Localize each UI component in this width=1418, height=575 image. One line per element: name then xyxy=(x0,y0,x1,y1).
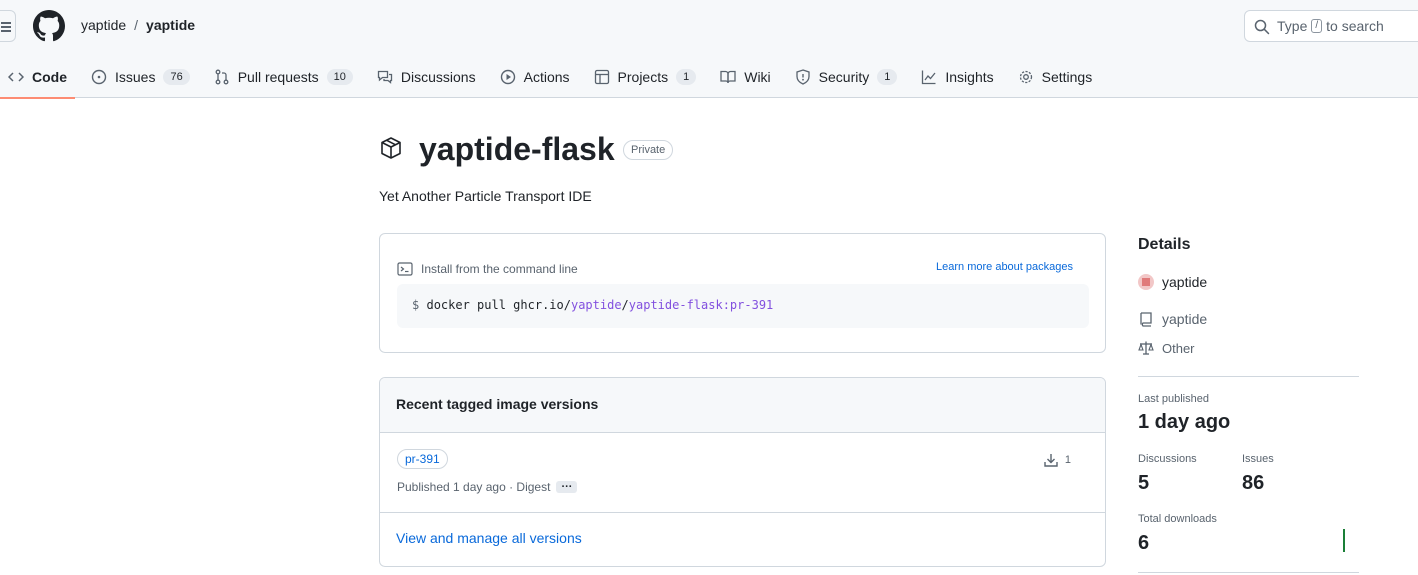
version-tag[interactable]: pr-391 xyxy=(397,449,448,469)
play-icon xyxy=(500,69,515,85)
gear-icon xyxy=(1019,70,1032,84)
breadcrumb-repo[interactable]: yaptide xyxy=(146,17,195,33)
tab-settings[interactable]: Settings xyxy=(1010,56,1101,98)
view-all-versions-link[interactable]: View and manage all versions xyxy=(380,512,1105,563)
version-published-text: Published 1 day ago · Digest xyxy=(397,480,551,494)
discussions-icon xyxy=(377,70,393,84)
details-owner[interactable]: yaptide xyxy=(1138,274,1207,290)
sidebar-divider-bottom xyxy=(1138,572,1359,573)
table-icon xyxy=(594,69,609,85)
package-title: yaptide-flask xyxy=(419,131,615,167)
tab-pull-requests-count: 10 xyxy=(326,69,353,85)
breadcrumb-owner[interactable]: yaptide xyxy=(81,17,126,33)
issues-value: 86 xyxy=(1242,472,1265,494)
command-slash: / xyxy=(621,298,629,312)
code-icon xyxy=(8,72,24,82)
version-published: Published 1 day ago · Digest ··· xyxy=(397,480,578,494)
tab-wiki[interactable]: Wiki xyxy=(712,56,778,98)
downloads-sparkline xyxy=(1343,529,1345,552)
graph-icon xyxy=(922,70,936,85)
tab-insights-label: Insights xyxy=(945,69,994,85)
sidebar-divider xyxy=(1138,376,1359,377)
avatar xyxy=(1138,274,1154,290)
tab-pull-requests-label: Pull requests xyxy=(237,69,319,85)
repo-icon xyxy=(1140,312,1152,327)
menu-button[interactable] xyxy=(0,10,16,42)
tab-actions[interactable]: Actions xyxy=(492,56,578,98)
tab-issues-label: Issues xyxy=(115,69,156,85)
install-heading: Install from the command line xyxy=(397,261,578,277)
pull-request-icon xyxy=(215,69,229,85)
install-command[interactable]: $ docker pull ghcr.io/yaptide/yaptide-fl… xyxy=(397,284,1089,328)
command-prompt: $ xyxy=(412,298,420,312)
discussions-label: Discussions xyxy=(1138,453,1197,465)
tab-issues[interactable]: Issues 76 xyxy=(83,56,198,98)
search-prefix: Type xyxy=(1277,18,1308,34)
tab-discussions-label: Discussions xyxy=(400,69,476,85)
package-description: Yet Another Particle Transport IDE xyxy=(379,188,592,204)
law-icon xyxy=(1138,341,1154,355)
discussions-value: 5 xyxy=(1138,472,1150,494)
github-logo-icon[interactable] xyxy=(33,10,65,42)
tab-security-count: 1 xyxy=(877,69,898,85)
tab-actions-label: Actions xyxy=(523,69,570,85)
search-placeholder: Type / to search xyxy=(1277,18,1384,34)
learn-more-link[interactable]: Learn more about packages xyxy=(936,261,1073,273)
command-prefix: docker pull ghcr.io/ xyxy=(426,298,571,312)
breadcrumb: yaptide / yaptide xyxy=(81,17,195,33)
visibility-badge: Private xyxy=(623,140,674,160)
total-downloads-label: Total downloads xyxy=(1138,513,1217,525)
digest-more-button[interactable]: ··· xyxy=(556,481,578,493)
app-header: yaptide / yaptide Type / to search Code … xyxy=(0,0,1418,99)
last-published-label: Last published xyxy=(1138,393,1209,405)
install-heading-text: Install from the command line xyxy=(421,262,578,276)
details-license-name: Other xyxy=(1162,340,1195,356)
search-shortcut-key: / xyxy=(1311,19,1323,33)
hamburger-icon xyxy=(1,22,11,32)
search-icon xyxy=(1254,19,1270,35)
issue-icon xyxy=(91,69,107,85)
tab-issues-count: 76 xyxy=(163,69,190,85)
last-published-value: 1 day ago xyxy=(1138,411,1231,433)
issues-label: Issues xyxy=(1242,453,1274,465)
tab-pull-requests[interactable]: Pull requests 10 xyxy=(206,56,361,98)
tab-security-label: Security xyxy=(818,69,870,85)
command-owner: yaptide xyxy=(570,298,622,312)
tab-discussions[interactable]: Discussions xyxy=(369,56,484,98)
version-downloads-count: 1 xyxy=(1064,454,1071,466)
tab-wiki-label: Wiki xyxy=(744,69,771,85)
details-heading: Details xyxy=(1138,236,1191,253)
search-input[interactable]: Type / to search xyxy=(1244,10,1418,42)
repo-tabs: Code Issues 76 Pull requests 10 Discussi… xyxy=(0,56,1108,99)
tab-settings-label: Settings xyxy=(1041,69,1093,85)
shield-icon xyxy=(796,69,810,85)
details-repo[interactable]: yaptide xyxy=(1138,311,1207,327)
version-downloads: 1 xyxy=(1043,452,1071,468)
tab-projects-count: 1 xyxy=(676,69,697,85)
terminal-icon xyxy=(397,262,413,276)
tab-security[interactable]: Security 1 xyxy=(787,56,906,98)
command-image: yaptide-flask:pr-391 xyxy=(628,298,774,312)
tab-projects[interactable]: Projects 1 xyxy=(586,56,705,98)
versions-panel: Recent tagged image versions pr-391 Publ… xyxy=(379,377,1106,567)
details-license: Other xyxy=(1138,340,1195,356)
versions-heading: Recent tagged image versions xyxy=(380,378,1105,433)
total-downloads-value: 6 xyxy=(1138,532,1150,554)
breadcrumb-separator: / xyxy=(134,17,139,33)
details-repo-name: yaptide xyxy=(1162,311,1208,327)
package-icon xyxy=(381,137,401,159)
tab-projects-label: Projects xyxy=(617,69,669,85)
book-icon xyxy=(720,70,736,84)
details-owner-name: yaptide xyxy=(1162,274,1208,290)
tab-code[interactable]: Code xyxy=(0,56,75,99)
install-panel: Install from the command line Learn more… xyxy=(379,233,1106,353)
download-icon xyxy=(1044,454,1058,467)
tab-insights[interactable]: Insights xyxy=(913,56,1001,98)
tab-code-label: Code xyxy=(32,69,67,85)
search-suffix: to search xyxy=(1326,18,1384,34)
